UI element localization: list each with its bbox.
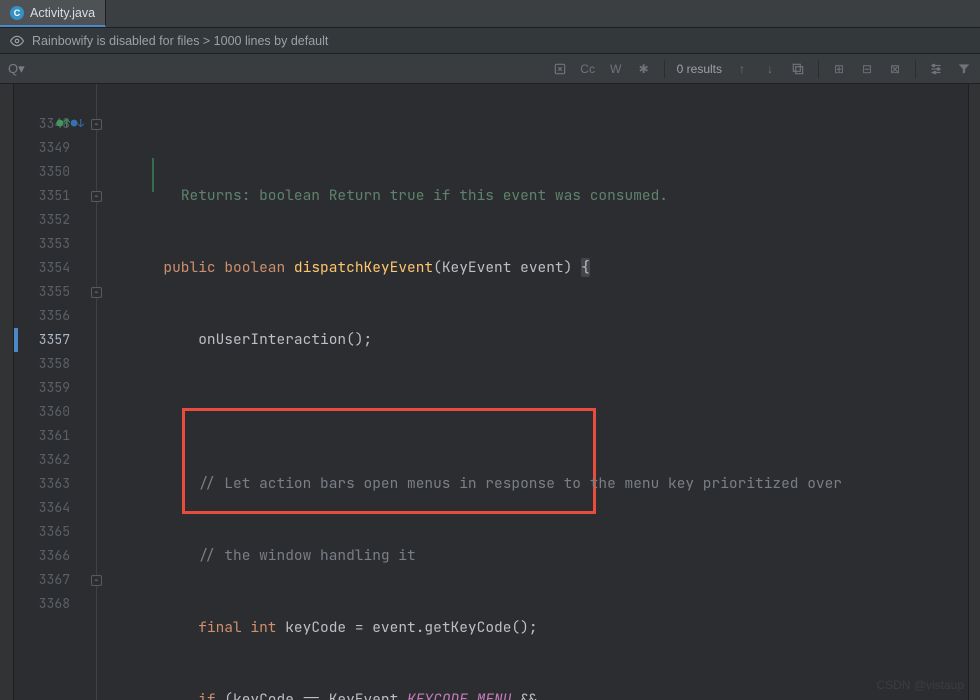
line-number: 3357 bbox=[14, 328, 106, 352]
search-input[interactable] bbox=[8, 61, 544, 76]
line-number: 3360 bbox=[14, 400, 106, 424]
exclude-icon[interactable]: ⊠ bbox=[887, 61, 903, 77]
results-count: 0 results bbox=[677, 62, 722, 76]
vcs-markers[interactable]: ●↑●↓ bbox=[57, 112, 84, 136]
remove-selection-icon[interactable]: ⊟ bbox=[859, 61, 875, 77]
divider bbox=[818, 60, 819, 78]
watermark: CSDN @vistaup bbox=[876, 678, 964, 692]
line-number: 3365 bbox=[14, 520, 106, 544]
divider bbox=[664, 60, 665, 78]
line-number: 3358 bbox=[14, 352, 106, 376]
line-number: 3356 bbox=[14, 304, 106, 328]
line-number: 3368 bbox=[14, 592, 106, 616]
line-number: 3352 bbox=[14, 208, 106, 232]
line-number bbox=[14, 88, 106, 112]
editor-area: 3348 ●↑●↓ − 3349 3350 3351− 3352 3353 33… bbox=[0, 84, 980, 700]
line-number: 3364 bbox=[14, 496, 106, 520]
divider bbox=[915, 60, 916, 78]
class-file-icon: C bbox=[10, 6, 24, 20]
prev-match-icon[interactable]: ↑ bbox=[734, 61, 750, 77]
line-number: 3363 bbox=[14, 472, 106, 496]
eye-icon bbox=[10, 34, 24, 48]
next-match-icon[interactable]: ↓ bbox=[762, 61, 778, 77]
line-gutter: 3348 ●↑●↓ − 3349 3350 3351− 3352 3353 33… bbox=[14, 84, 106, 700]
line-number: 3353 bbox=[14, 232, 106, 256]
line-number bbox=[14, 616, 106, 640]
scrollbar-minimap[interactable] bbox=[968, 84, 980, 700]
fold-toggle[interactable]: − bbox=[91, 119, 102, 130]
add-selection-icon[interactable]: ⊞ bbox=[831, 61, 847, 77]
file-tab-activity[interactable]: C Activity.java bbox=[0, 0, 106, 27]
regex-asterisk-icon[interactable]: ✱ bbox=[636, 61, 652, 77]
line-number: 3367− bbox=[14, 568, 106, 592]
javadoc-line: Returns: boolean Return true if this eve… bbox=[181, 186, 668, 205]
line-number: 3362 bbox=[14, 448, 106, 472]
line-number: 3348 ●↑●↓ − bbox=[14, 112, 106, 136]
select-all-icon[interactable] bbox=[790, 61, 806, 77]
left-strip bbox=[0, 84, 14, 700]
filter-icon[interactable] bbox=[956, 61, 972, 77]
line-number: 3366 bbox=[14, 544, 106, 568]
find-bar: Cc W ✱ 0 results ↑ ↓ ⊞ ⊟ ⊠ bbox=[0, 54, 980, 84]
fold-toggle[interactable]: − bbox=[91, 287, 102, 298]
line-number: 3361 bbox=[14, 424, 106, 448]
code-content[interactable]: Returns: boolean Return true if this eve… bbox=[106, 84, 968, 700]
line-number: 3359 bbox=[14, 376, 106, 400]
notification-banner: Rainbowify is disabled for files > 1000 … bbox=[0, 28, 980, 54]
line-number: 3350 bbox=[14, 160, 106, 184]
line-number: 3354 bbox=[14, 256, 106, 280]
banner-text: Rainbowify is disabled for files > 1000 … bbox=[32, 34, 328, 48]
line-number: 3355− bbox=[14, 280, 106, 304]
fold-toggle[interactable]: − bbox=[91, 575, 102, 586]
regex-toggle-icon[interactable] bbox=[552, 61, 568, 77]
line-number: 3351− bbox=[14, 184, 106, 208]
fold-toggle[interactable]: − bbox=[91, 191, 102, 202]
editor-tabbar: C Activity.java bbox=[0, 0, 980, 28]
case-toggle[interactable]: Cc bbox=[580, 61, 596, 77]
words-toggle[interactable]: W bbox=[608, 61, 624, 77]
line-number: 3349 bbox=[14, 136, 106, 160]
file-tab-label: Activity.java bbox=[30, 6, 95, 20]
settings-icon[interactable] bbox=[928, 61, 944, 77]
